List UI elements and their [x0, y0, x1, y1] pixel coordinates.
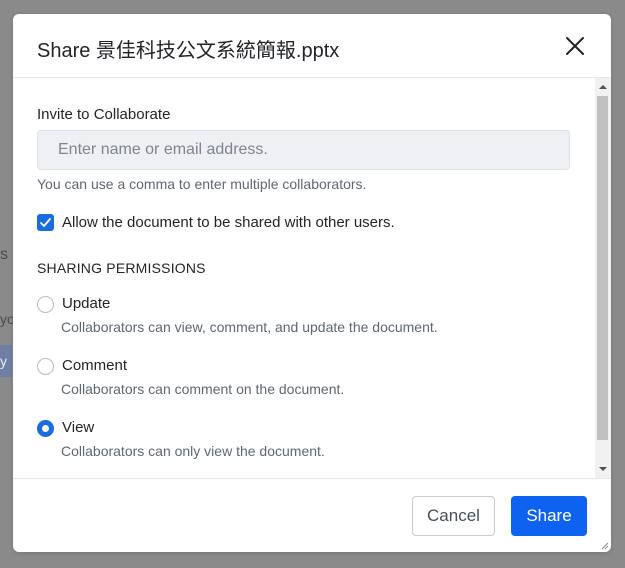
sharing-permissions-heading: SHARING PERMISSIONS: [37, 260, 206, 276]
invite-help-text: You can use a comma to enter multiple co…: [37, 176, 367, 192]
background-text-fragment: s: [0, 246, 8, 263]
permission-radio-comment[interactable]: [37, 358, 54, 375]
dialog-body: Invite to Collaborate You can use a comm…: [13, 78, 595, 478]
permission-desc-update: Collaborators can view, comment, and upd…: [61, 319, 438, 335]
permission-radio-update[interactable]: [37, 296, 54, 313]
permission-desc-comment: Collaborators can comment on the documen…: [61, 381, 345, 397]
scroll-down-arrow-icon[interactable]: [599, 466, 607, 472]
scroll-up-arrow-icon[interactable]: [599, 84, 607, 90]
permission-label-update[interactable]: Update: [62, 295, 110, 312]
permission-label-comment[interactable]: Comment: [62, 357, 127, 374]
scrollbar-thumb[interactable]: [597, 96, 608, 440]
permission-radio-view[interactable]: [37, 420, 54, 437]
share-dialog: Share 景佳科技公文系統簡報.pptx Invite to Collabor…: [13, 14, 611, 552]
permission-desc-view: Collaborators can only view the document…: [61, 443, 325, 459]
dialog-header: Share 景佳科技公文系統簡報.pptx: [13, 14, 611, 78]
allow-sharing-checkbox[interactable]: [37, 214, 54, 231]
permission-label-view[interactable]: View: [62, 419, 94, 436]
allow-sharing-label[interactable]: Allow the document to be shared with oth…: [62, 214, 395, 231]
checkmark-icon: [40, 218, 51, 227]
dialog-footer: Cancel Share: [13, 478, 611, 552]
dialog-title: Share 景佳科技公文系統簡報.pptx: [37, 40, 340, 62]
close-icon: [566, 37, 584, 55]
close-button[interactable]: [563, 34, 587, 58]
background-button-fragment: y: [0, 345, 12, 377]
dialog-scrollbar[interactable]: [595, 78, 611, 478]
invite-label: Invite to Collaborate: [37, 106, 171, 123]
share-button[interactable]: Share: [511, 496, 587, 536]
background-text-fragment: yo: [0, 311, 14, 327]
resize-grip-icon[interactable]: [599, 540, 609, 550]
cancel-button[interactable]: Cancel: [412, 496, 495, 536]
invite-input[interactable]: [37, 130, 570, 170]
